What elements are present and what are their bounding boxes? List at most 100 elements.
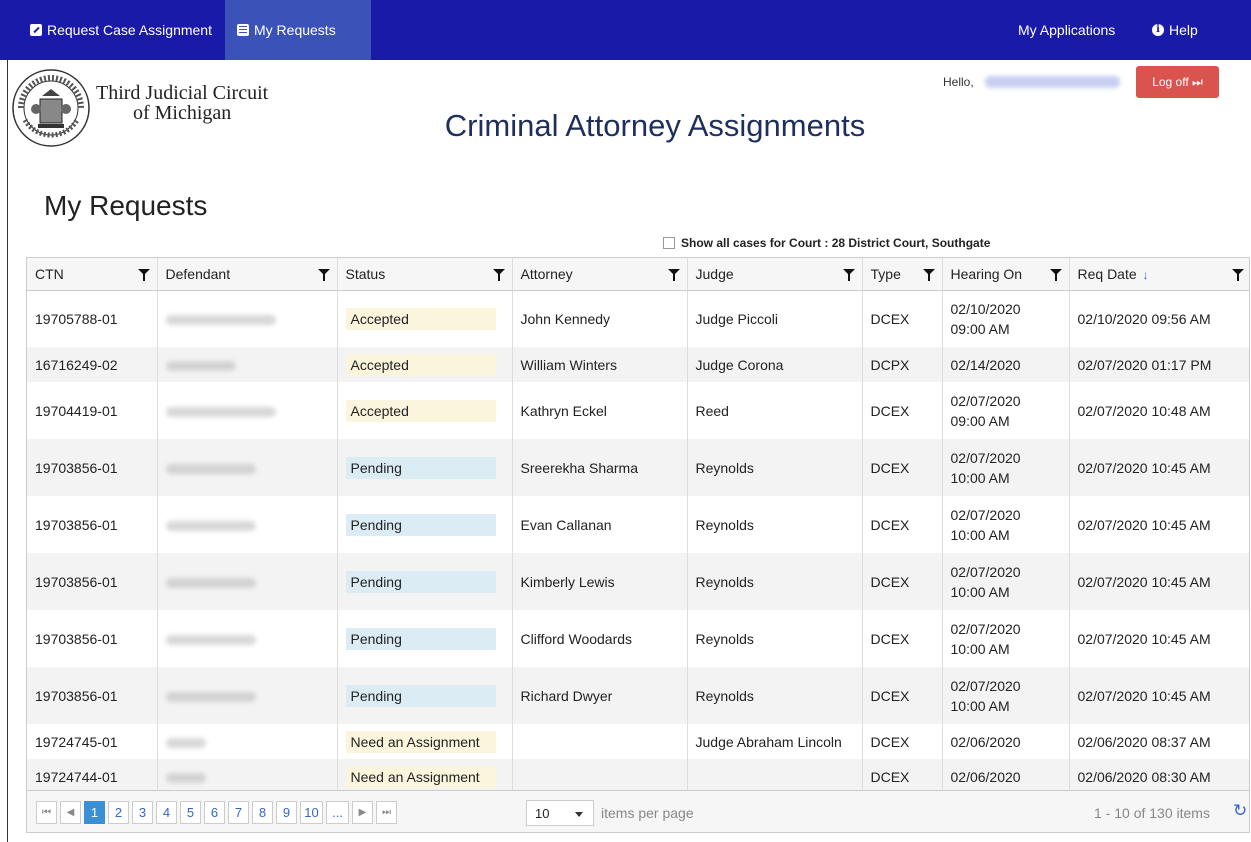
first-page-icon[interactable]: ⏮ [36,801,57,824]
table-row[interactable]: 19724744-01 Need an Assignment DCEX 02/06/2… [27,759,1249,790]
judge-cell: Reed [686,382,862,439]
column-header[interactable]: CTN [27,258,157,291]
column-header[interactable]: Defendant [156,258,337,291]
table-row[interactable]: 19703856-01 Pending Richard Dwyer Reynolds D… [27,667,1249,724]
attorney-cell: William Winters [511,347,687,382]
next-page-icon[interactable]: ▶ [352,801,373,824]
req-date-cell: 02/07/2020 10:45 AM [1068,553,1249,610]
hearing-on-cell: 02/06/2020 [941,724,1069,759]
status-badge: Pending [345,684,496,707]
table-row[interactable]: 19705788-01 Accepted John Kennedy Judge Pic… [27,290,1249,347]
ctn-cell: 19705788-01 [35,310,118,327]
column-header[interactable]: Hearing On [941,258,1069,291]
status-cell: Accepted [336,290,512,347]
show-all-checkbox[interactable] [663,237,675,249]
judge-cell: Judge Piccoli [686,290,862,347]
nav-help[interactable]: i Help [1140,0,1210,60]
hearing-time: 09:00 AM [950,320,1010,337]
nav-my-applications[interactable]: My Applications [1006,0,1127,60]
filter-icon[interactable] [667,269,680,281]
log-off-button[interactable]: Log off ⏭ [1136,66,1219,98]
filter-icon[interactable] [922,269,935,281]
defendant-cell [156,724,337,759]
page-button[interactable]: 10 [300,801,323,824]
table-body: 19705788-01 Accepted John Kennedy Judge Pic… [27,290,1249,790]
status-badge: Accepted [345,399,496,422]
defendant-cell [156,553,337,610]
page-button[interactable]: 8 [252,801,273,824]
show-all-label: Show all cases for Court : 28 District C… [681,236,991,250]
defendant-cell [156,290,337,347]
req-date-cell: 02/07/2020 10:48 AM [1068,382,1249,439]
refresh-icon[interactable]: ↻ [1233,801,1247,821]
status-cell: Pending [336,553,512,610]
previous-page-icon[interactable]: ◀ [60,801,81,824]
judge-cell: Judge Corona [686,347,862,382]
column-header-label: Defendant [165,265,231,282]
column-header[interactable]: Type [861,258,942,291]
filter-icon[interactable] [842,269,855,281]
page-button[interactable]: 1 [84,801,105,824]
req-date-cell: 02/07/2020 10:45 AM [1068,496,1249,553]
filter-icon[interactable] [137,269,150,281]
ctn-cell: 19724745-01 [35,733,118,750]
filter-icon[interactable] [1232,269,1244,281]
table-row[interactable]: 19703856-01 Pending Kimberly Lewis Reynolds… [27,553,1249,610]
page-button[interactable]: 5 [180,801,201,824]
status-cell: Accepted [336,347,512,382]
status-badge: Pending [345,513,496,536]
filter-icon[interactable] [492,269,505,281]
nav-my-requests[interactable]: My Requests [225,0,371,60]
defendant-name-redacted [165,360,236,371]
last-page-icon[interactable]: ⏭ [376,801,397,824]
nav-request-case-assignment[interactable]: Request Case Assignment [18,0,224,60]
status-cell: Pending [336,439,512,496]
app-title: Criminal Attorney Assignments [444,108,866,143]
hearing-date: 02/06/2020 [950,768,1021,785]
hearing-date: 02/07/2020 [950,506,1021,523]
column-header[interactable]: Attorney [511,258,687,291]
defendant-cell [156,496,337,553]
judge-cell [686,759,862,790]
type-cell: DCEX [861,439,942,496]
page-button[interactable]: 4 [156,801,177,824]
table-row[interactable]: 19703856-01 Pending Clifford Woodards Reyno… [27,610,1249,667]
filter-icon[interactable] [1049,269,1062,281]
defendant-name-redacted [165,691,256,702]
hearing-on-cell: 02/10/2020 09:00 AM [941,290,1069,347]
edit-icon [30,24,42,36]
court-name-line1: Third Judicial Circuit [96,82,269,104]
sort-descending-icon[interactable]: ↓ [1143,268,1149,282]
defendant-name-redacted [165,520,256,531]
column-header[interactable]: Req Date ↓ [1068,258,1249,291]
table-row[interactable]: 16716249-02 Accepted William Winters Judge … [27,347,1249,382]
hearing-time: 10:00 AM [950,526,1010,543]
more-pages-button[interactable]: ... [326,801,349,824]
column-header[interactable]: Judge [686,258,862,291]
filter-icon[interactable] [317,269,330,281]
page-button[interactable]: 7 [228,801,249,824]
column-header[interactable]: Status [336,258,512,291]
column-header-label: CTN [35,265,64,282]
table-row[interactable]: 19704419-01 Accepted Kathryn Eckel Reed DCEX… [27,382,1249,439]
page-button[interactable]: 3 [132,801,153,824]
judge-cell: Judge Abraham Lincoln [686,724,862,759]
column-header-label: Status [345,265,386,282]
type-cell: DCEX [861,724,942,759]
dropdown-caret-icon [575,812,583,817]
table-row[interactable]: 19703856-01 Pending Evan Callanan Reynolds D… [27,496,1249,553]
table-row[interactable]: 19724745-01 Need an Assignment Judge Abrah… [27,724,1249,759]
table-row[interactable]: 19703856-01 Pending Sreerekha Sharma Reynol… [27,439,1249,496]
requests-grid: CTN Defendant Status Attorney Judge Type Heari… [26,257,1250,791]
items-per-page-select[interactable]: 10 [526,800,594,826]
column-header-label: Type [870,265,901,282]
page-button[interactable]: 9 [276,801,297,824]
nav-my-requests-label: My Requests [254,22,336,38]
type-cell: DCEX [861,759,942,790]
type-cell: DCEX [861,610,942,667]
hearing-date: 02/07/2020 [950,620,1021,637]
page-button[interactable]: 6 [204,801,225,824]
page-button[interactable]: 2 [108,801,129,824]
show-all-cases-toggle[interactable]: Show all cases for Court : 28 District C… [663,236,990,250]
type-cell: DCEX [861,496,942,553]
